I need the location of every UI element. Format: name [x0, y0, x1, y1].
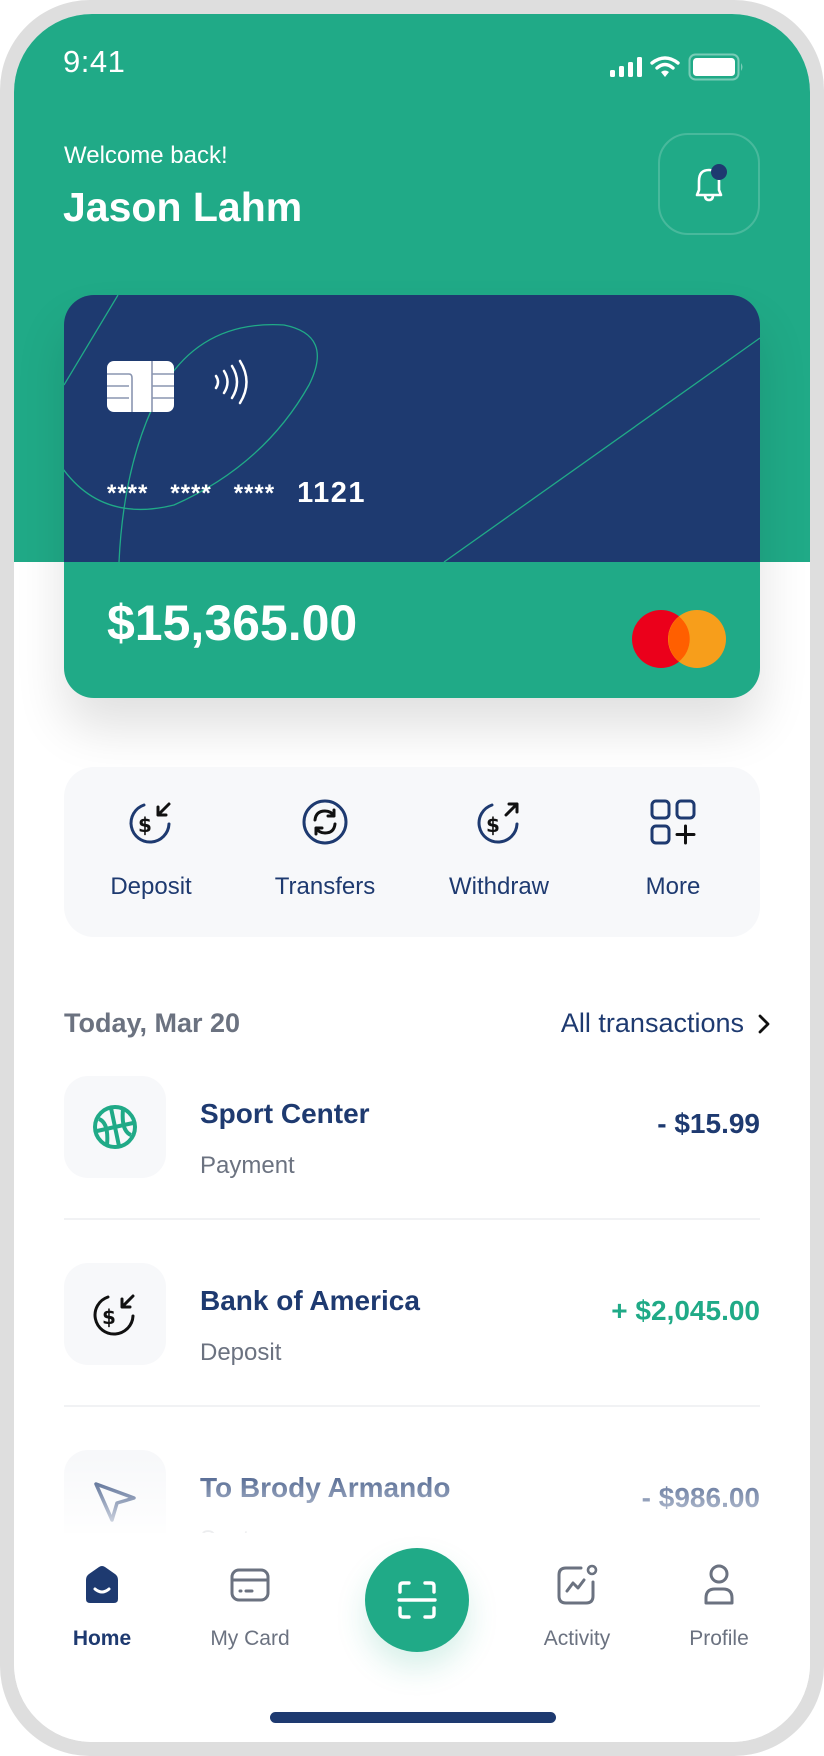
all-transactions-label: All transactions [560, 1008, 744, 1038]
quick-actions: $ Deposit Transfers $ Withdraw More [64, 767, 760, 937]
battery-icon [688, 53, 743, 81]
card-last-four: 1121 [297, 477, 366, 509]
chip-icon [107, 361, 174, 412]
wifi-icon [650, 56, 680, 77]
card-number: **** **** **** 1121 [107, 477, 366, 510]
more-button[interactable]: More [586, 767, 760, 937]
more-label: More [645, 873, 701, 900]
svg-text:$: $ [486, 813, 500, 837]
profile-icon [704, 1564, 734, 1605]
divider [64, 1405, 760, 1407]
transfer-icon [302, 799, 348, 845]
transaction-row[interactable]: Sport Center Payment - $15.99 [64, 1076, 760, 1263]
nav-home[interactable]: Home [42, 1563, 162, 1651]
transaction-row[interactable]: $ Bank of America Deposit + $2,045.00 [64, 1263, 760, 1450]
user-name: Jason Lahm [63, 184, 303, 230]
scan-icon [397, 1581, 437, 1619]
deposit-icon: $ [93, 1294, 135, 1336]
card-decoration [64, 295, 760, 562]
home-icon [86, 1566, 118, 1603]
card-number-group: **** [107, 480, 149, 507]
card-balance: $15,365.00 [107, 595, 358, 651]
signal-icon [610, 57, 642, 77]
status-icons [610, 52, 744, 82]
card-number-group: **** [233, 480, 276, 507]
withdraw-label: Withdraw [448, 873, 550, 900]
screen: 9:41 Welcome back! Jason Lahm **** **** … [14, 14, 810, 1742]
phone-frame: 9:41 Welcome back! Jason Lahm **** **** … [0, 0, 824, 1756]
transactions-date: Today, Mar 20 [64, 1008, 241, 1038]
contactless-icon [214, 359, 248, 405]
nav-activity[interactable]: Activity [517, 1563, 637, 1651]
transaction-name: Sport Center [200, 1098, 370, 1129]
transaction-type: Payment [200, 1152, 295, 1179]
deposit-icon: $ [129, 802, 171, 844]
more-grid-icon [650, 799, 696, 845]
svg-text:$: $ [138, 813, 152, 837]
transaction-icon-box [64, 1076, 166, 1178]
chevron-right-icon [758, 1014, 770, 1033]
bottom-nav: Home My Card Activity Profile [14, 1533, 810, 1742]
scan-button[interactable] [365, 1548, 469, 1652]
card-face: **** **** **** 1121 [64, 295, 760, 562]
greeting-text: Welcome back! [64, 142, 228, 169]
transfers-label: Transfers [274, 873, 376, 900]
transaction-amount: - $15.99 [657, 1108, 760, 1139]
basketball-icon [93, 1105, 137, 1149]
transaction-amount: + $2,045.00 [611, 1295, 760, 1326]
card-number-group: **** [170, 480, 212, 507]
deposit-button[interactable]: $ Deposit [64, 767, 238, 937]
nav-profile-label: Profile [689, 1627, 749, 1650]
withdraw-button[interactable]: $ Withdraw [412, 767, 586, 937]
transaction-name: Bank of America [200, 1285, 420, 1316]
all-transactions-link[interactable]: All transactions [504, 1008, 770, 1039]
nav-activity-label: Activity [543, 1627, 611, 1650]
transaction-icon-box: $ [64, 1263, 166, 1365]
divider [64, 1218, 760, 1220]
nav-profile[interactable]: Profile [659, 1563, 779, 1651]
withdraw-icon: $ [477, 802, 519, 844]
mastercard-logo [632, 610, 726, 668]
nav-home-label: Home [72, 1627, 132, 1650]
svg-text:$: $ [102, 1305, 116, 1329]
activity-icon [557, 1564, 598, 1605]
nav-my-card-label: My Card [210, 1627, 290, 1650]
transaction-type: Deposit [200, 1339, 282, 1366]
scroll-fade [14, 1454, 810, 1534]
bank-card[interactable]: **** **** **** 1121 $15,365.00 [64, 295, 760, 698]
notifications-button[interactable] [658, 133, 760, 235]
card-icon [230, 1568, 270, 1602]
notification-dot [711, 164, 727, 180]
nav-my-card[interactable]: My Card [190, 1563, 310, 1651]
bell-icon [695, 164, 727, 202]
transfers-button[interactable]: Transfers [238, 767, 412, 937]
status-time: 9:41 [63, 44, 126, 79]
deposit-label: Deposit [110, 873, 192, 900]
home-indicator[interactable] [270, 1712, 556, 1723]
